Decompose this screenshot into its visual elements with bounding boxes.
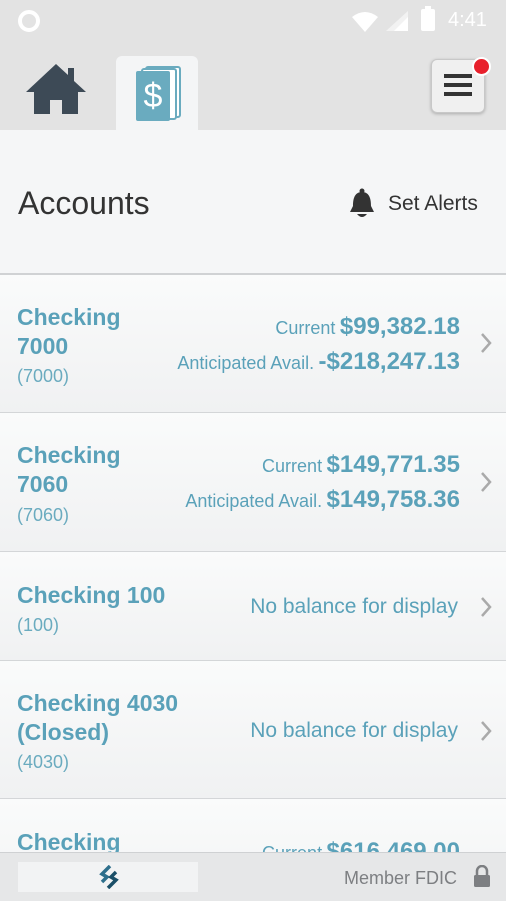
bell-icon [350,188,374,217]
no-balance-text: No balance for display [250,595,458,618]
chevron-right-icon [481,333,492,353]
footer: Member FDIC [0,852,506,901]
current-balance: Current $99,382.18 [275,313,460,340]
account-row[interactable]: Checking 7000 (7000) Current $99,382.18 A… [0,275,506,413]
notification-ring-icon [18,10,40,32]
account-row[interactable]: Checking 7060 (7060) Current $149,771.35 … [0,413,506,552]
account-number: (7000) [17,366,70,386]
chevron-right-icon [481,721,492,741]
tab-home[interactable] [24,62,92,118]
account-row[interactable]: Checking 100 (100) No balance for displa… [0,552,506,661]
status-bar: 4:41 [0,0,506,42]
clock: 4:41 [448,9,487,31]
set-alerts-label: Set Alerts [388,192,478,215]
account-name: Checking 100 [17,582,166,608]
hamburger-menu-icon [444,74,472,96]
no-balance-text: No balance for display [250,719,458,742]
tab-accounts[interactable]: $ [116,56,198,132]
chevron-right-icon [481,472,492,492]
anticipated-balance: Anticipated Avail. -$218,247.13 [177,348,460,375]
page-title: Accounts [18,185,150,221]
top-tab-bar: $ [0,42,506,132]
account-row[interactable]: Checking 4030 (Closed) (4030) No balance … [0,661,506,799]
current-balance: Current $149,771.35 [262,451,460,478]
home-icon [26,64,86,114]
set-alerts-button[interactable]: Set Alerts [346,188,478,220]
account-number: (7060) [17,505,70,525]
account-name: Checking 4030 (Closed) [17,690,179,745]
current-balance: Current $616,469.00 [262,838,460,852]
account-list: Checking 7000 (7000) Current $99,382.18 A… [0,275,506,852]
lock-icon [474,865,490,887]
wifi-icon [352,12,378,32]
chevron-right-icon [481,597,492,617]
account-name: Checking 7060 [17,442,121,497]
bank-logo-icon [99,865,119,889]
member-fdic-text: Member FDIC [344,868,458,888]
account-name: Checking 7000 [17,304,121,359]
page-header: Accounts Set Alerts [0,130,506,275]
bank-logo [18,862,198,892]
account-number: (4030) [17,752,70,772]
signal-icon [386,11,408,31]
account-number: (100) [17,615,60,635]
dollar-icon: $ [136,66,181,121]
notification-badge [472,57,491,76]
account-name: Checking [17,829,121,852]
anticipated-balance: Anticipated Avail. $149,758.36 [185,486,460,513]
account-row[interactable]: Checking Current $616,469.00 [0,799,506,852]
battery-icon [421,6,435,31]
svg-text:$: $ [144,77,163,115]
